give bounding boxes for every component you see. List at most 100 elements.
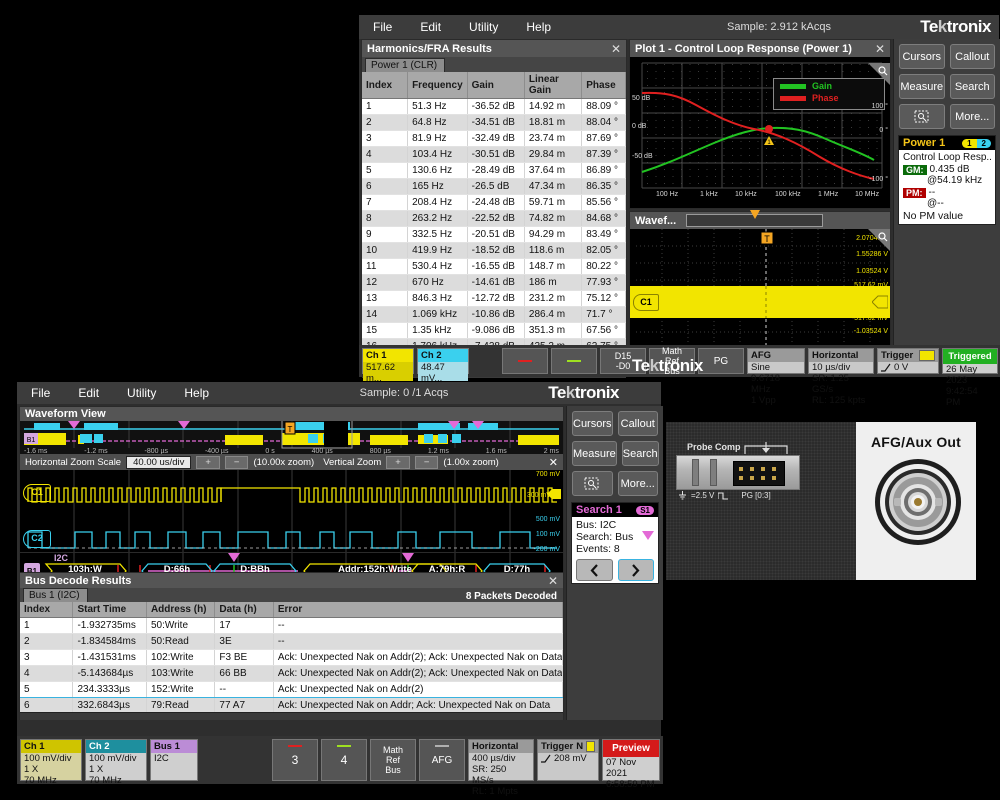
rising-edge-icon [881,363,891,372]
table-row[interactable]: 10419.9 Hz-18.52 dB118.6 m82.05 ° [362,243,626,259]
trigger-position-marker-icon[interactable] [750,210,760,220]
menu-utility[interactable]: Utility [113,386,170,400]
zoom-select-icon[interactable] [572,471,613,496]
close-icon[interactable]: ✕ [548,574,558,588]
more-button[interactable]: More... [950,104,996,129]
trigger-position-marker-icon[interactable]: T [284,421,296,440]
table-cell-3: 286.4 m [524,307,581,323]
chevron-left-icon[interactable] [576,559,613,581]
table-row[interactable]: 9332.5 Hz-20.51 dB94.29 m83.49 ° [362,227,626,243]
table-cell-3: 3E [215,634,273,650]
chevron-down-icon[interactable] [642,531,654,543]
y-axis-tick-right-2: -100 ° [869,176,888,183]
table-row[interactable]: 6165 Hz-26.5 dB47.34 m86.35 ° [362,179,626,195]
search-1-badge[interactable]: Search 1 S1 Bus: I2C Search: Bus Events:… [571,502,659,584]
tab-bus-1-i2c[interactable]: Bus 1 (I2C) [23,588,88,602]
table-row[interactable]: 12670 Hz-14.61 dB186 m77.93 ° [362,275,626,291]
waveform-overview-strip[interactable]: B1 T -1.6 ms -1.2 ms -800 µs -400 µs 0 s… [20,421,563,454]
search-button[interactable]: Search [950,74,996,99]
status-ch2[interactable]: Ch 2 100 mV/div 1 X 70 MHz [85,739,147,781]
chevron-right-icon[interactable] [618,559,655,581]
table-row[interactable]: 13846.3 Hz-12.72 dB231.2 m75.12 ° [362,291,626,307]
plot-zoom-handle-icon[interactable] [868,63,890,85]
status-trigger[interactable]: Trigger N 208 mV [537,739,599,781]
power-1-results-badge[interactable]: Power 1 1 2 Control Loop Resp... GM: 0.4… [898,135,996,225]
status-math-ref-bus[interactable]: Math Ref Bus [370,739,416,781]
close-icon[interactable]: ✕ [611,42,621,56]
callout-button[interactable]: Callout [618,411,658,436]
table-row[interactable]: 264.8 Hz-34.51 dB18.81 m88.04 ° [362,115,626,131]
overview-x-label-5: 400 µs [312,448,333,454]
table-cell-0: 9 [362,227,408,243]
status-trigger[interactable]: Trigger 0 V [877,348,939,374]
status-ch1[interactable]: Ch 1 517.62 m... [362,348,414,374]
table-row[interactable]: 1-1.932735ms50:Write17-- [20,618,563,634]
status-run-state[interactable]: Triggered 26 May 2023 9:42:54 PM [942,348,998,374]
zoom-select-icon[interactable] [899,104,945,129]
status-ch3[interactable] [502,348,548,374]
close-icon[interactable]: ✕ [875,42,885,56]
menu-file[interactable]: File [359,20,406,34]
menu-file[interactable]: File [17,386,64,400]
close-icon[interactable]: ✕ [549,456,558,469]
status-horizontal[interactable]: Horizontal 400 µs/div SR: 250 MS/s RL: 1… [468,739,534,781]
table-row[interactable]: 5234.3333µs152:Write--Ack: Unexpected Na… [20,682,563,698]
table-row[interactable]: 11530.4 Hz-16.55 dB148.7 m80.22 ° [362,259,626,275]
status-afg[interactable]: AFG Sine 9.6718 MHz 1 Vpp [747,348,805,374]
bode-plot-canvas[interactable]: 1 Gain Phase 50 dB 0 dB -50 dB 100 ° 0 °… [630,57,890,208]
status-ch1[interactable]: Ch 1 100 mV/div 1 X 70 MHz [20,739,82,781]
cursors-button[interactable]: Cursors [572,411,613,436]
vertical-zoom-decrease-button[interactable]: − [415,456,439,469]
more-button[interactable]: More... [618,471,659,496]
table-row[interactable]: 151.3 Hz-36.52 dB14.92 m88.09 ° [362,99,626,115]
status-run-state[interactable]: Preview 07 Nov 2021 6:58:59 PM [602,739,660,781]
table-row[interactable]: 151.35 kHz-9.086 dB351.3 m67.56 ° [362,323,626,339]
table-row[interactable]: 5130.6 Hz-28.49 dB37.64 m86.89 ° [362,163,626,179]
table-cell-3: 66 BB [215,666,273,682]
status-horizontal[interactable]: Horizontal 10 µs/div SR: 1.25 GS/s RL: 1… [808,348,874,374]
vertical-zoom-increase-button[interactable]: + [386,456,410,469]
harmonics-table-scroll[interactable]: Index Frequency Gain Linear Gain Phase 1… [362,72,626,370]
table-row[interactable]: 6332.6843µs79:Read77 A7Ack: Unexpected N… [20,698,563,713]
table-row[interactable]: 381.9 Hz-32.49 dB23.74 m87.69 ° [362,131,626,147]
measure-button[interactable]: Measure [899,74,945,99]
tab-power-1-clr[interactable]: Power 1 (CLR) [365,58,445,72]
status-ch3[interactable]: 3 [272,739,318,781]
horizontal-zoom-scale-input[interactable]: 40.00 us/div [126,456,191,469]
table-row[interactable]: 4-5.143684µs103:Write66 BBAck: Unexpecte… [20,666,563,682]
status-ch4[interactable]: 4 [321,739,367,781]
menu-help[interactable]: Help [170,386,223,400]
status-afg[interactable]: AFG [419,739,465,781]
menu-edit[interactable]: Edit [406,20,455,34]
cursors-button[interactable]: Cursors [899,44,945,69]
waveform-overview-bar[interactable] [686,214,823,227]
horizontal-zoom-increase-button[interactable]: + [196,456,220,469]
table-row[interactable]: 8263.2 Hz-22.52 dB74.82 m84.68 ° [362,211,626,227]
channel-badge-c2[interactable]: C2 [23,530,51,548]
status-ch2[interactable]: Ch 2 48.47 mV... [417,348,469,374]
bus-decode-scrollbar[interactable] [20,712,563,720]
menu-help[interactable]: Help [512,20,565,34]
waveform-zoom-handle-icon[interactable] [868,229,890,251]
menu-edit[interactable]: Edit [64,386,113,400]
table-cell-4: -- [273,618,562,634]
table-row[interactable]: 2-1.834584ms50:Read3E-- [20,634,563,650]
table-row[interactable]: 3-1.431531ms102:WriteF3 BEAck: Unexpecte… [20,650,563,666]
status-pg[interactable]: PG [698,348,744,374]
horizontal-zoom-decrease-button[interactable]: − [225,456,249,469]
measure-button[interactable]: Measure [572,441,617,466]
table-row[interactable]: 7208.4 Hz-24.48 dB59.71 m85.56 ° [362,195,626,211]
table-row[interactable]: 4103.4 Hz-30.51 dB29.84 m87.39 ° [362,147,626,163]
table-row[interactable]: 141.069 kHz-10.86 dB286.4 m71.7 ° [362,307,626,323]
channel-offset-indicator-icon[interactable] [872,295,888,312]
bus-decode-table-scroll[interactable]: Index Start Time Address (h) Data (h) Er… [20,602,563,712]
trigger-level-marker-icon[interactable]: T [760,229,774,250]
channel-badge-c1[interactable]: C1 [633,294,659,311]
status-bus1[interactable]: Bus 1 I2C [150,739,198,781]
status-ch4[interactable] [551,348,597,374]
search-button[interactable]: Search [622,441,659,466]
channel-badge-c1[interactable]: C1 [23,484,51,502]
callout-button[interactable]: Callout [950,44,996,69]
ch1-offset-indicator-icon[interactable] [547,488,561,503]
menu-utility[interactable]: Utility [455,20,512,34]
